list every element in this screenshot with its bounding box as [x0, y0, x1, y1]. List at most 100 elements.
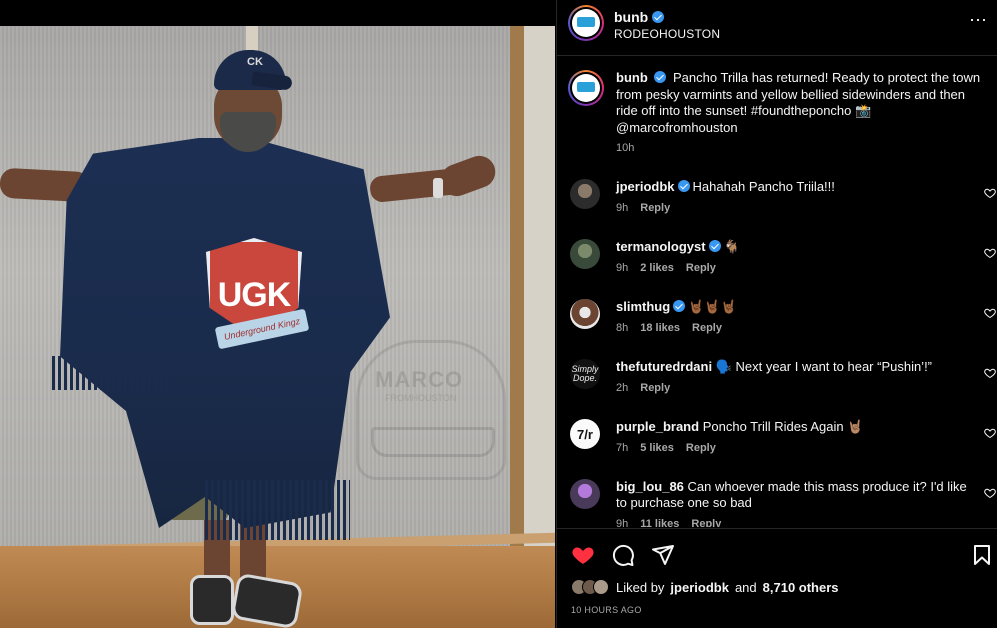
action-bar	[571, 543, 675, 567]
comment-item: jperiodbk Hahahah Pancho Triila!!! 9h Rep…	[557, 177, 997, 233]
comment-avatar[interactable]	[570, 239, 600, 269]
comment-username[interactable]: termanologyst	[616, 239, 706, 254]
caption-author-avatar-image	[572, 74, 600, 102]
likes-others-count[interactable]: 8,710 others	[763, 580, 839, 595]
comment-item: termanologyst 🐐 9h 2 likes Reply	[557, 237, 997, 293]
like-heart-icon[interactable]	[571, 543, 595, 567]
comments-list[interactable]: bunb Pancho Trilla has returned! Ready t…	[557, 57, 997, 527]
comment-username[interactable]: thefuturedrdani	[616, 359, 712, 374]
comment-meta: 9h Reply	[616, 202, 670, 214]
comment-body: 🤘🏾🤘🏾🤘🏾	[688, 299, 737, 314]
share-send-icon[interactable]	[651, 543, 675, 567]
likes-first-user[interactable]: jperiodbk	[670, 580, 729, 595]
comment-text: purple_brand Poncho Trill Rides Again 🤘🏽	[616, 419, 976, 435]
more-options-icon[interactable]: ⋯	[966, 10, 990, 34]
comment-text: termanologyst 🐐	[616, 239, 976, 255]
person-right-shoe	[230, 572, 304, 628]
verified-badge-icon	[708, 240, 721, 252]
liker-avatar	[593, 579, 609, 595]
poncho-fringe-left	[52, 356, 172, 390]
comment-meta: 9h 2 likes Reply	[616, 262, 716, 274]
post-timestamp[interactable]: 10 HOURS AGO	[571, 605, 642, 615]
like-comment-heart-icon[interactable]	[984, 487, 996, 499]
comment-username[interactable]: jperiodbk	[616, 179, 675, 194]
caption-username[interactable]: bunb	[616, 70, 648, 85]
liker-avatars[interactable]	[571, 579, 609, 595]
comment-text: big_lou_86 Can whoever made this mass pr…	[616, 479, 976, 511]
comment-avatar[interactable]	[570, 179, 600, 209]
reply-button[interactable]: Reply	[691, 518, 721, 527]
comment-item: big_lou_86 Can whoever made this mass pr…	[557, 477, 997, 527]
comment-time[interactable]: 2h	[616, 382, 628, 394]
like-comment-heart-icon[interactable]	[984, 247, 996, 259]
comment-avatar[interactable]: 7/r	[570, 419, 600, 449]
like-comment-heart-icon[interactable]	[984, 367, 996, 379]
post-photo[interactable]: MARCO FROMHOUSTON CK UGK Underground Kin…	[0, 0, 555, 628]
comment-body: 🗣️ Next year I want to hear “Pushin’!”	[715, 359, 933, 374]
comment-time[interactable]: 9h	[616, 262, 628, 274]
comment-meta: 8h 18 likes Reply	[616, 322, 722, 334]
comment-meta: 7h 5 likes Reply	[616, 442, 716, 454]
person-watch	[433, 178, 443, 198]
comment-body: Poncho Trill Rides Again 🤘🏽	[702, 419, 864, 434]
author-avatar-image	[572, 9, 600, 37]
comment-avatar[interactable]: Simply Dope.	[570, 359, 600, 389]
likes-joiner: and	[734, 579, 757, 595]
ugk-shield-text: UGK	[217, 275, 292, 314]
caption-verified-badge-icon	[654, 71, 667, 83]
verified-badge-icon	[677, 180, 690, 192]
comment-body: 🐐	[723, 239, 740, 254]
person-left-shoe	[190, 575, 234, 625]
comment-likes-count[interactable]: 18 likes	[640, 322, 680, 334]
comment-time[interactable]: 9h	[616, 518, 628, 527]
comment-text: slimthug 🤘🏾🤘🏾🤘🏾	[616, 299, 976, 315]
comment-text: jperiodbk Hahahah Pancho Triila!!!	[616, 179, 976, 195]
comment-text: thefuturedrdani 🗣️ Next year I want to h…	[616, 359, 976, 375]
comment-username[interactable]: purple_brand	[616, 419, 699, 434]
comment-body: Hahahah Pancho Triila!!!	[692, 179, 835, 194]
post-footer: Liked by jperiodbk and 8,710 others 10 H…	[557, 528, 997, 628]
caption-time[interactable]: 10h	[616, 142, 634, 154]
comment-meta: 9h 11 likes Reply	[616, 518, 721, 527]
author-avatar[interactable]	[568, 5, 604, 41]
post-location[interactable]: RODEOHOUSTON	[614, 27, 720, 41]
photo-person: CK UGK Underground Kingz	[0, 0, 555, 628]
caption-text: Pancho Trilla has returned! Ready to pro…	[616, 70, 981, 135]
caption-body: bunb Pancho Trilla has returned! Ready t…	[616, 70, 986, 136]
author-username[interactable]: bunb	[614, 9, 665, 25]
comment-time[interactable]: 7h	[616, 442, 628, 454]
comment-username[interactable]: big_lou_86	[616, 479, 684, 494]
reply-button[interactable]: Reply	[640, 382, 670, 394]
comment-avatar[interactable]	[570, 299, 600, 329]
comment-time[interactable]: 8h	[616, 322, 628, 334]
reply-button[interactable]: Reply	[692, 322, 722, 334]
comment-time[interactable]: 9h	[616, 202, 628, 214]
like-comment-heart-icon[interactable]	[984, 427, 996, 439]
comment-bubble-icon[interactable]	[611, 543, 635, 567]
comment-likes-count[interactable]: 2 likes	[640, 262, 674, 274]
verified-badge-icon	[673, 300, 686, 312]
post-header: bunb RODEOHOUSTON ⋯	[557, 0, 997, 56]
verified-badge-icon	[652, 11, 665, 23]
comment-item: 7/r purple_brand Poncho Trill Rides Agai…	[557, 417, 997, 473]
reply-button[interactable]: Reply	[686, 442, 716, 454]
likes-summary: Liked by jperiodbk and 8,710 others	[571, 579, 839, 595]
comment-meta: 2h Reply	[616, 382, 670, 394]
like-comment-heart-icon[interactable]	[984, 307, 996, 319]
caption-author-avatar[interactable]	[568, 70, 604, 106]
comment-avatar[interactable]	[570, 479, 600, 509]
save-bookmark-icon[interactable]	[970, 543, 994, 567]
post-side-panel: bunb RODEOHOUSTON ⋯ bunb Pancho Trilla h…	[556, 0, 997, 628]
like-comment-heart-icon[interactable]	[984, 187, 996, 199]
cap-logo: CK	[247, 56, 263, 68]
likes-prefix: Liked by	[616, 579, 665, 595]
reply-button[interactable]: Reply	[686, 262, 716, 274]
comment-item: slimthug 🤘🏾🤘🏾🤘🏾 8h 18 likes Reply	[557, 297, 997, 353]
author-username-text[interactable]: bunb	[614, 9, 648, 25]
comment-item: Simply Dope. thefuturedrdani 🗣️ Next yea…	[557, 357, 997, 413]
comment-likes-count[interactable]: 5 likes	[640, 442, 674, 454]
comment-likes-count[interactable]: 11 likes	[640, 518, 679, 527]
comment-username[interactable]: slimthug	[616, 299, 670, 314]
poncho-fringe-bottom	[205, 480, 350, 540]
reply-button[interactable]: Reply	[640, 202, 670, 214]
